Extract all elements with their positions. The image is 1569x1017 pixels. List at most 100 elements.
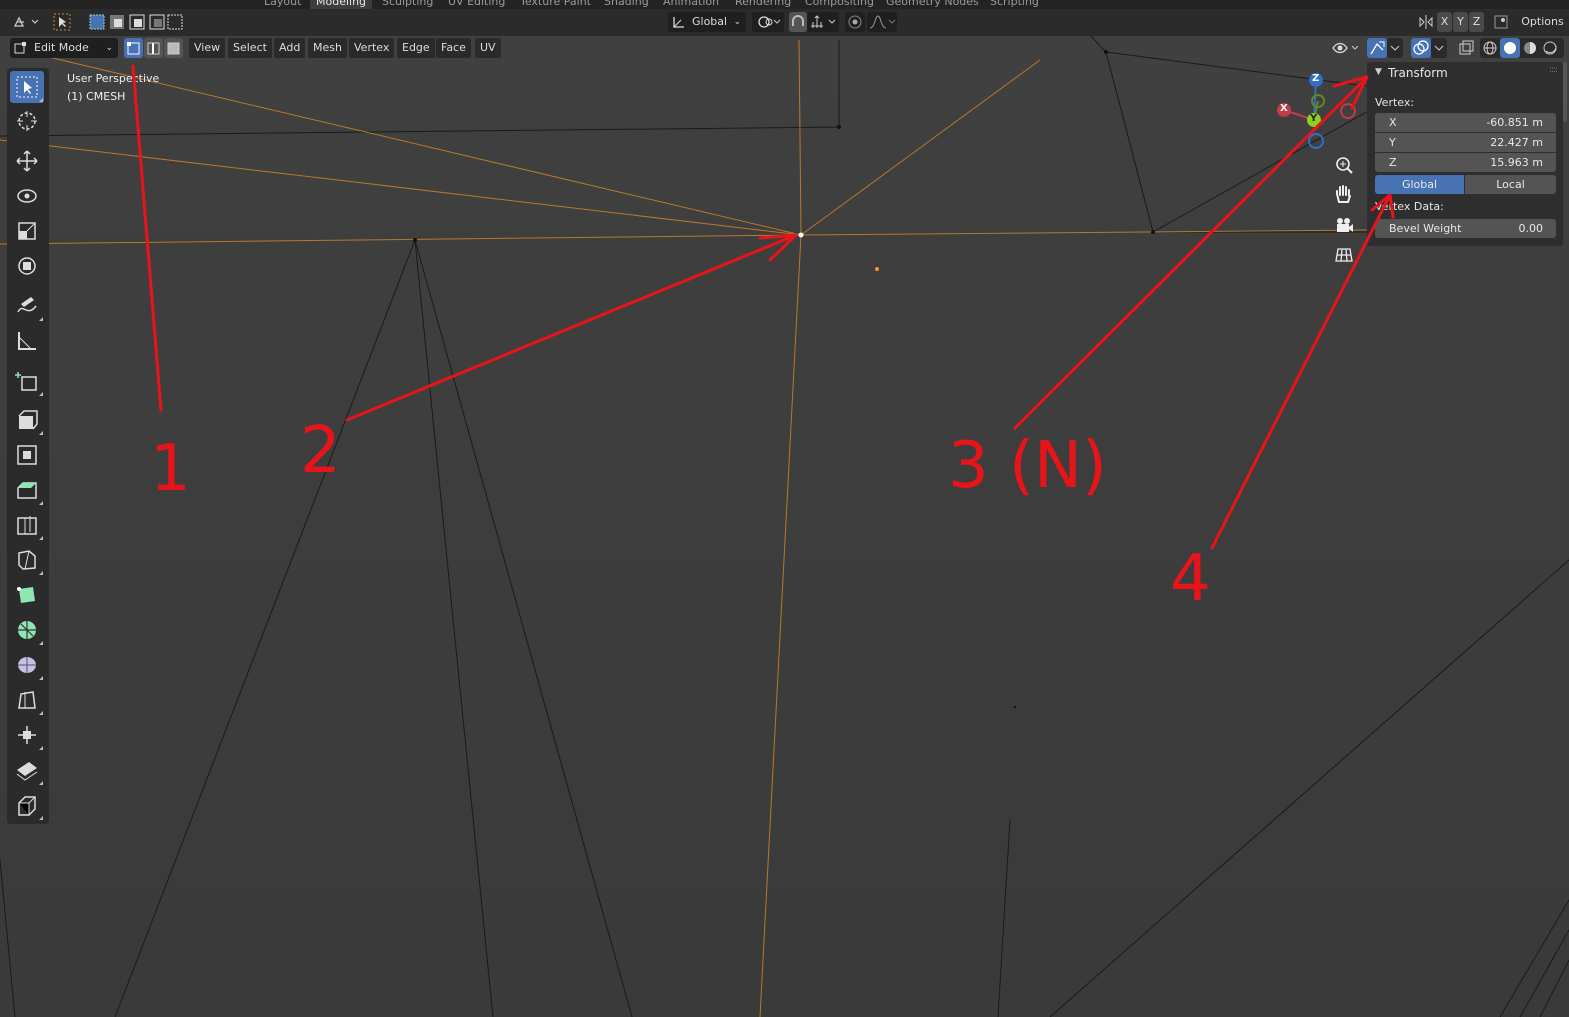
face-select-button[interactable] (164, 38, 183, 58)
vertex-x-field[interactable]: X -60.851 m (1375, 113, 1556, 132)
edge-select-button[interactable] (144, 38, 163, 58)
tool-spin[interactable] (10, 614, 44, 646)
menu-view[interactable]: View (189, 38, 226, 58)
extrude-icon (18, 410, 38, 430)
local-toggle[interactable]: Local (1465, 175, 1556, 194)
pivot-icon (758, 16, 781, 28)
tool-annotate[interactable] (10, 290, 44, 322)
menu-vertex[interactable]: Vertex (349, 38, 395, 58)
tool-select-box[interactable] (10, 71, 44, 103)
select-tool-icon[interactable] (52, 12, 72, 32)
tab-modeling[interactable]: Modeling (310, 0, 373, 9)
vertex-y-field[interactable]: Y 22.427 m (1375, 133, 1556, 152)
tool-measure[interactable] (10, 325, 44, 357)
vertex-select-button[interactable] (124, 38, 143, 58)
tool-shrink-fatten[interactable] (10, 719, 44, 751)
pivot-point-dropdown[interactable] (752, 12, 784, 32)
tool-rotate[interactable] (10, 180, 44, 212)
annotate-icon (17, 297, 37, 313)
projection-toggle-button[interactable] (1331, 242, 1357, 268)
select-box-icon (16, 76, 38, 98)
proportional-edit-toggle[interactable] (845, 12, 865, 32)
tool-rip-region[interactable] (10, 789, 44, 821)
chevron-down-icon: ⌄ (733, 17, 741, 27)
navigation-gizmo[interactable]: Z X Y (1270, 66, 1370, 156)
zoom-button[interactable] (1331, 152, 1357, 178)
tab-geometry-nodes[interactable]: Geometry Nodes (880, 0, 985, 9)
tool-cursor[interactable] (10, 105, 44, 137)
vertex-label: Vertex: (1375, 96, 1415, 109)
chevron-down-icon[interactable] (1387, 38, 1403, 58)
tool-settings-header: Global ⌄ X Y Z Options (0, 9, 1569, 36)
transform-orientation-dropdown[interactable]: Global ⌄ (668, 12, 746, 32)
tool-transform[interactable] (10, 250, 44, 282)
field-label: X (1389, 116, 1397, 129)
tool-poly-build[interactable] (10, 579, 44, 611)
tool-scale[interactable] (10, 215, 44, 247)
mirror-x-toggle[interactable]: X (1437, 12, 1452, 32)
tab-sculpting[interactable]: Sculpting (376, 0, 439, 9)
bevel-weight-field[interactable]: Bevel Weight 0.00 (1375, 219, 1556, 238)
snap-target-dropdown[interactable] (807, 12, 839, 32)
tool-edge-slide[interactable] (10, 684, 44, 716)
snap-toggle[interactable] (789, 12, 807, 32)
grid-icon (1335, 248, 1353, 262)
menu-edge[interactable]: Edge (397, 38, 435, 58)
tool-loop-cut[interactable] (10, 509, 44, 541)
tool-move[interactable] (10, 145, 44, 177)
tab-scripting[interactable]: Scripting (984, 0, 1045, 9)
mirror-z-toggle[interactable]: Z (1469, 12, 1484, 32)
tab-layout[interactable]: Layout (258, 0, 307, 9)
material-shading-icon[interactable] (1520, 38, 1540, 58)
shrink-fatten-icon (18, 726, 36, 744)
panel-title: Transform (1388, 66, 1448, 80)
pan-button[interactable] (1331, 182, 1357, 208)
options-dropdown[interactable]: Options (1518, 12, 1567, 32)
vertex-z-field[interactable]: Z 15.963 m (1375, 153, 1556, 172)
tool-inset-faces[interactable] (10, 439, 44, 471)
collapse-arrow-icon[interactable]: ▼ (1375, 67, 1382, 77)
editor-type-icon[interactable] (10, 12, 40, 32)
gizmo-toggle[interactable] (1367, 38, 1387, 58)
mode-dropdown[interactable]: Edit Mode ⌄ (10, 38, 118, 58)
menu-face[interactable]: Face (436, 38, 471, 58)
auto-merge-icon[interactable] (1491, 12, 1511, 32)
tool-knife[interactable] (10, 544, 44, 576)
drag-handle-icon[interactable]: :::: (1549, 65, 1558, 75)
tab-compositing[interactable]: Compositing (799, 0, 880, 9)
global-toggle[interactable]: Global (1375, 175, 1464, 194)
tab-animation[interactable]: Animation (657, 0, 725, 9)
xray-toggle-icon[interactable] (1456, 38, 1476, 58)
menu-add[interactable]: Add (274, 38, 306, 58)
overlay-toggle[interactable] (1411, 38, 1431, 58)
edge-select-icon (147, 42, 160, 55)
solid-shading-icon[interactable] (1500, 38, 1520, 58)
wireframe-shading-icon[interactable] (1480, 38, 1500, 58)
tool-smooth[interactable] (10, 649, 44, 681)
mode-label: Edit Mode (34, 41, 89, 54)
field-label: Y (1389, 136, 1396, 149)
tool-add-cube[interactable] (10, 365, 44, 397)
select-mode-group[interactable] (88, 12, 184, 32)
loop-cut-icon (17, 516, 37, 535)
tool-extrude-region[interactable] (10, 404, 44, 436)
field-label: Bevel Weight (1389, 222, 1462, 235)
tab-shading[interactable]: Shading (598, 0, 655, 9)
chevron-down-icon[interactable] (1431, 38, 1447, 58)
menu-select[interactable]: Select (228, 38, 272, 58)
menu-uv[interactable]: UV (475, 38, 501, 58)
visibility-dropdown[interactable] (1330, 38, 1362, 58)
tab-rendering[interactable]: Rendering (729, 0, 797, 9)
mirror-y-toggle[interactable]: Y (1453, 12, 1468, 32)
mirror-icon[interactable] (1416, 12, 1436, 32)
tab-texture-paint[interactable]: Texture Paint (514, 0, 597, 9)
camera-view-button[interactable] (1331, 212, 1357, 238)
menu-mesh[interactable]: Mesh (308, 38, 347, 58)
tool-bevel[interactable] (10, 474, 44, 506)
sidebar-scrollbar[interactable] (1563, 62, 1567, 122)
tab-uv-editing[interactable]: UV Editing (442, 0, 511, 9)
falloff-dropdown[interactable] (867, 12, 897, 32)
tool-shear[interactable] (10, 754, 44, 786)
poly-build-icon (17, 587, 35, 603)
rendered-shading-icon[interactable] (1540, 38, 1560, 58)
